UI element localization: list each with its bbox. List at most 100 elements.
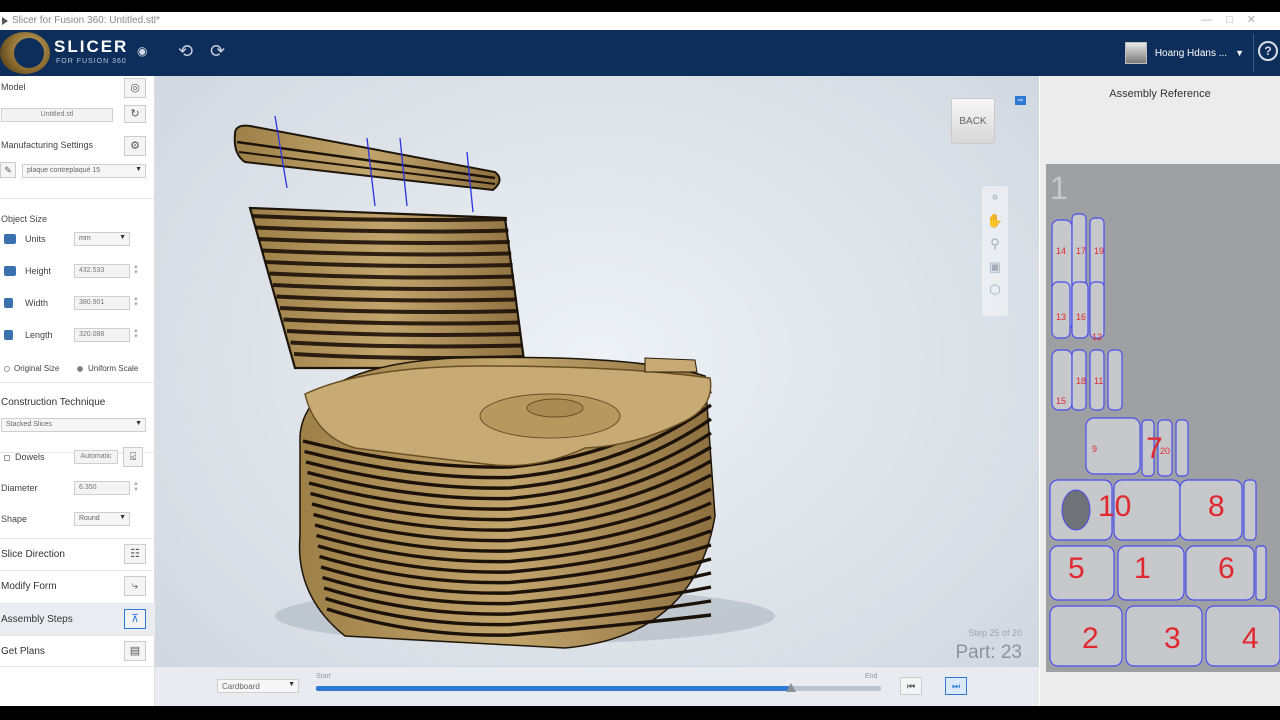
pan-icon[interactable]: ✋ bbox=[982, 209, 1008, 232]
eye-icon[interactable]: ◎ bbox=[124, 78, 146, 98]
length-stepper[interactable]: ▲ ▼ bbox=[133, 328, 139, 340]
cut-part-outline bbox=[1071, 281, 1089, 339]
shape-label: Shape bbox=[1, 514, 28, 524]
units-label: Units bbox=[25, 234, 46, 244]
original-size-label: Original Size bbox=[14, 364, 60, 373]
model-file-field[interactable]: Untitled.stl bbox=[1, 108, 113, 122]
dowel-icon[interactable]: ⍃ bbox=[123, 447, 143, 467]
app-logo: SLICER FOR FUSION 360 ◉ bbox=[0, 30, 155, 76]
shape-select[interactable]: Round ▼ bbox=[74, 512, 130, 526]
material-select[interactable]: plaque contreplaqué 15 ▼ bbox=[22, 164, 146, 178]
sidebar: Model ◎ Untitled.stl ↻ Manufacturing Set… bbox=[0, 76, 155, 706]
modify-form-section[interactable]: Modify Form ⤷ bbox=[0, 570, 155, 602]
document-icon[interactable]: ▤ bbox=[124, 641, 146, 661]
app-name: SLICER bbox=[54, 37, 129, 56]
part-number-label: 8 bbox=[1208, 490, 1225, 523]
step-slider-thumb[interactable] bbox=[785, 683, 796, 692]
part-number-label: 1 bbox=[1134, 552, 1151, 585]
length-input[interactable]: 320.088 bbox=[74, 328, 130, 342]
part-number-label: 5 bbox=[1068, 552, 1085, 585]
chevron-down-icon: ▼ bbox=[119, 514, 126, 521]
cut-part-outline bbox=[1107, 349, 1123, 411]
undo-button[interactable]: ⟲ bbox=[178, 41, 193, 62]
assembly-steps-icon[interactable]: ⊼ bbox=[124, 609, 146, 629]
part-number-label: 16 bbox=[1076, 312, 1086, 322]
panel-title: Assembly Reference bbox=[1109, 88, 1211, 100]
sliced-chair-model bbox=[233, 115, 775, 649]
expand-panel-icon[interactable]: ⇨ bbox=[1015, 96, 1026, 105]
part-number-label: 9 bbox=[1092, 444, 1097, 454]
view-cube[interactable]: BACK bbox=[951, 98, 995, 144]
original-size-radio[interactable] bbox=[4, 366, 10, 372]
part-number-label: 17 bbox=[1076, 246, 1086, 256]
navigation-toolbar: ⚬ ✋ ⚲ ▣ ⬡ bbox=[982, 186, 1008, 316]
chevron-down-icon: ▼ bbox=[1235, 48, 1244, 58]
model-label: Model bbox=[1, 82, 26, 92]
part-number-label: 19 bbox=[1094, 246, 1104, 256]
part-number-label: 3 bbox=[1164, 622, 1181, 655]
part-hole bbox=[1061, 489, 1091, 531]
get-plans-section[interactable]: Get Plans ▤ bbox=[0, 635, 155, 667]
pencil-icon[interactable]: ✎ bbox=[0, 162, 16, 178]
chevron-down-icon: ▼ bbox=[135, 420, 142, 427]
zoom-icon[interactable]: ⚲ bbox=[982, 232, 1008, 255]
3d-viewport[interactable]: ⇨ BACK ⚬ ✋ ⚲ ▣ ⬡ Step 25 of 20 Part: 23 … bbox=[155, 76, 1039, 706]
part-number-label: 12 bbox=[1092, 332, 1102, 342]
dowels-label: Dowels bbox=[15, 452, 45, 462]
title-bar: Slicer for Fusion 360: Untitled.stl* —□✕ bbox=[0, 12, 1280, 30]
cut-part-outline bbox=[1117, 545, 1185, 601]
step-slider-track[interactable] bbox=[316, 683, 881, 692]
uniform-scale-radio[interactable] bbox=[77, 366, 83, 372]
modify-form-icon[interactable]: ⤷ bbox=[124, 576, 146, 596]
height-stepper[interactable]: ▲ ▼ bbox=[133, 264, 139, 276]
part-number-label: 2 bbox=[1082, 622, 1099, 655]
slider-end-label: End bbox=[865, 673, 878, 680]
part-number-label: 14 bbox=[1056, 246, 1066, 256]
window-title: Slicer for Fusion 360: Untitled.stl* bbox=[12, 15, 160, 26]
diameter-input[interactable]: 6.350 bbox=[74, 481, 130, 495]
length-label: Length bbox=[25, 330, 53, 340]
uniform-scale-label: Uniform Scale bbox=[88, 364, 139, 373]
units-icon bbox=[4, 234, 16, 244]
view-mode-icon[interactable]: ⬡ bbox=[982, 278, 1008, 301]
user-menu[interactable]: Hoang Hdans ... ▼ bbox=[1124, 39, 1244, 67]
app-subtitle: FOR FUSION 360 bbox=[56, 58, 127, 65]
cut-part-outline bbox=[1089, 281, 1105, 339]
height-input[interactable]: 432.533 bbox=[74, 264, 130, 278]
app-settings-icon[interactable]: ◉ bbox=[137, 44, 147, 58]
assembly-steps-section[interactable]: Assembly Steps ⊼ bbox=[0, 603, 155, 635]
gear-icon[interactable]: ⚙ bbox=[124, 136, 146, 156]
width-stepper[interactable]: ▲ ▼ bbox=[133, 296, 139, 308]
part-number-label: 20 bbox=[1160, 446, 1170, 456]
dowels-checkbox[interactable] bbox=[4, 455, 10, 461]
redo-button[interactable]: ⟳ bbox=[210, 41, 225, 62]
cut-part-outline bbox=[1051, 281, 1071, 339]
cut-part-outline bbox=[1255, 545, 1267, 601]
construction-technique-label: Construction Technique bbox=[1, 397, 106, 408]
help-icon[interactable]: ? bbox=[1258, 41, 1278, 61]
orbit-icon[interactable]: ⚬ bbox=[982, 186, 1008, 209]
part-number-label: 13 bbox=[1056, 312, 1066, 322]
assembly-steps-label: Assembly Steps bbox=[1, 614, 73, 625]
view-material-select[interactable]: Cardboard ▼ bbox=[217, 679, 299, 693]
width-label: Width bbox=[25, 298, 49, 308]
app-window: Slicer for Fusion 360: Untitled.stl* —□✕… bbox=[0, 12, 1280, 706]
fit-view-icon[interactable]: ▣ bbox=[982, 255, 1008, 278]
step-slider-fill bbox=[316, 686, 791, 691]
first-step-icon[interactable]: ⏮ bbox=[900, 677, 922, 695]
slice-direction-section[interactable]: Slice Direction ☷ bbox=[0, 538, 155, 570]
refresh-icon[interactable]: ↻ bbox=[124, 105, 146, 123]
diameter-stepper[interactable]: ▲ ▼ bbox=[133, 481, 139, 493]
units-select[interactable]: mm ▼ bbox=[74, 232, 130, 246]
width-input[interactable]: 380.901 bbox=[74, 296, 130, 310]
cut-sheet-preview[interactable]: 1 7 10 8 5 1 6 2 3 4 14 17 19 13 16 12 15 18 11 9 20 bbox=[1046, 164, 1280, 672]
slice-direction-icon[interactable]: ☷ bbox=[124, 544, 146, 564]
cut-part-outline bbox=[1243, 479, 1257, 541]
part-number-label: 10 bbox=[1098, 490, 1131, 523]
last-step-icon[interactable]: ⏭ bbox=[945, 677, 967, 695]
dowels-mode-button[interactable]: Automatic bbox=[74, 450, 118, 464]
length-icon bbox=[4, 330, 13, 340]
construction-select[interactable]: Stacked Slices ▼ bbox=[1, 418, 146, 432]
slider-start-label: Start bbox=[316, 673, 331, 680]
window-controls[interactable]: —□✕ bbox=[1201, 13, 1270, 26]
